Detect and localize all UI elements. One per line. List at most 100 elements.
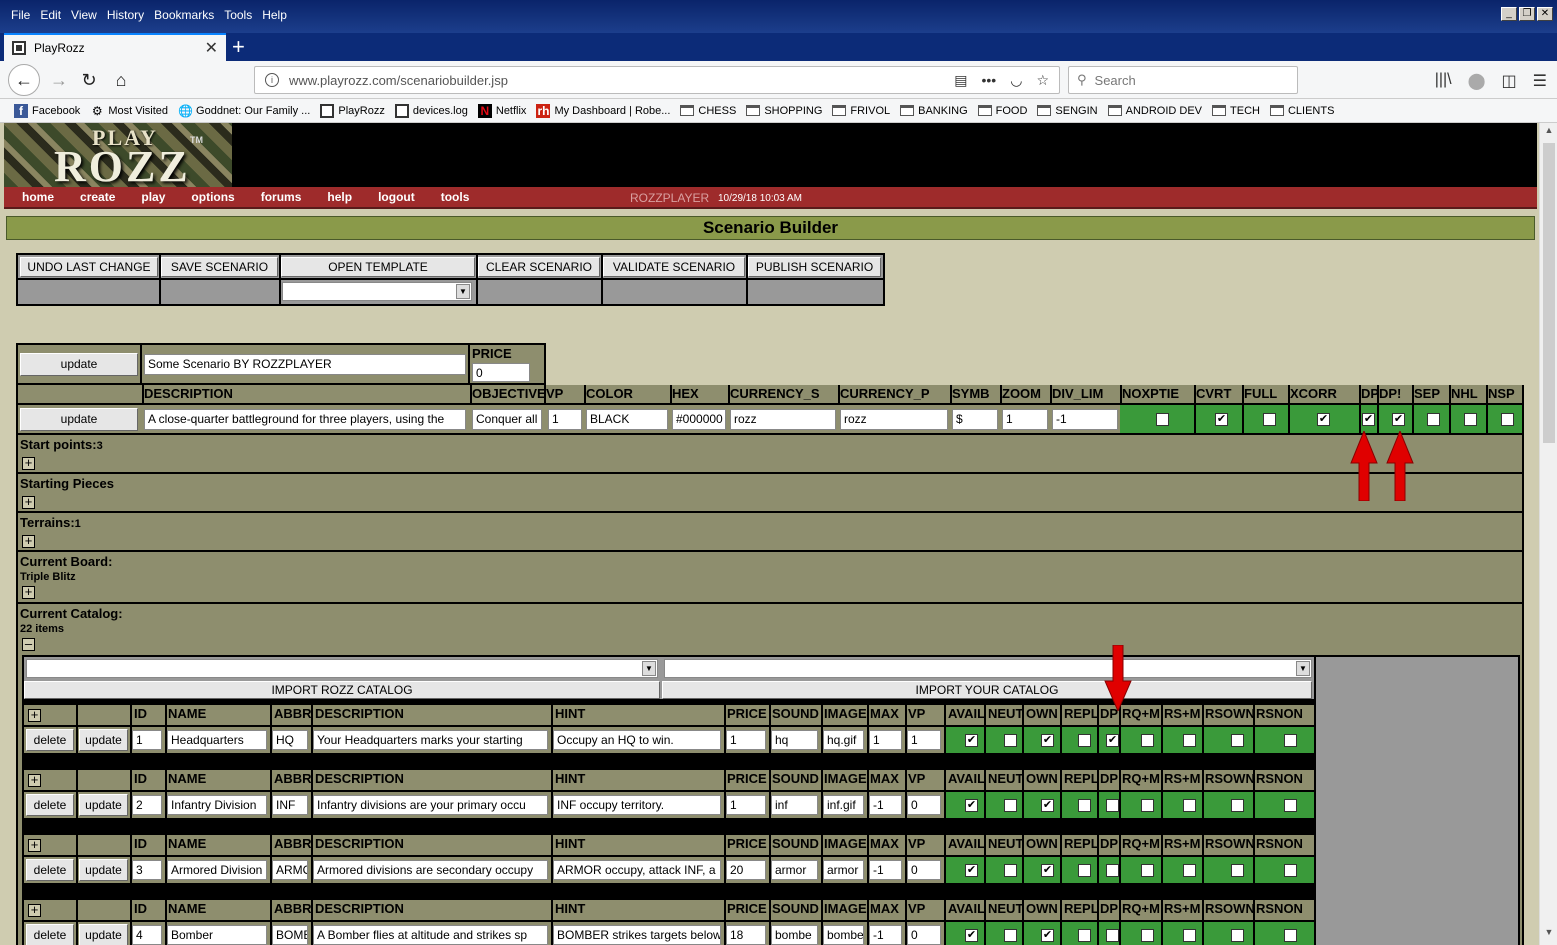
update-button[interactable]: update (79, 729, 128, 751)
delete-button[interactable]: delete (26, 794, 74, 816)
catalog-flag-checkbox[interactable]: ✔ (965, 864, 978, 877)
catalog-flag-checkbox[interactable] (1231, 929, 1244, 942)
clear-scenario-button[interactable]: CLEAR SCENARIO (478, 257, 600, 277)
zoom-input[interactable]: 1 (1002, 409, 1048, 430)
catalog-max-input[interactable]: -1 (869, 795, 902, 815)
scroll-up-icon[interactable]: ▲ (1540, 125, 1557, 141)
bookmark-item[interactable]: PlayRozz (320, 103, 385, 118)
catalog-abbr-input[interactable]: ARMO (272, 860, 308, 880)
scenario-name-input[interactable]: Some Scenario BY ROZZPLAYER (144, 354, 466, 375)
delete-button[interactable]: delete (26, 859, 74, 881)
color-input[interactable]: BLACK (586, 409, 668, 430)
catalog-flag-checkbox[interactable] (1078, 734, 1091, 747)
expand-start-points-icon[interactable]: + (22, 456, 35, 470)
catalog-flag-checkbox[interactable] (1183, 864, 1196, 877)
home-icon[interactable]: ⌂ (106, 65, 136, 95)
catalog-flag-checkbox[interactable] (1284, 734, 1297, 747)
catalog-flag-checkbox[interactable]: ✔ (965, 799, 978, 812)
catalog-description-input[interactable]: Infantry divisions are your primary occu (313, 795, 548, 815)
catalog-flag-checkbox[interactable] (1284, 929, 1297, 942)
catalog-flag-checkbox[interactable] (1078, 929, 1091, 942)
bookmark-item[interactable]: ⚙ Most Visited (90, 104, 168, 118)
catalog-flag-checkbox[interactable]: ✔ (1041, 734, 1054, 747)
catalog-hint-input[interactable]: ARMOR occupy, attack INF, a (553, 860, 721, 880)
flag-checkbox-noxptie[interactable] (1156, 413, 1169, 426)
bookmark-item[interactable]: SENGIN (1037, 105, 1098, 117)
delete-button[interactable]: delete (26, 729, 74, 751)
catalog-hint-input[interactable]: Occupy an HQ to win. (553, 730, 721, 750)
page-actions-icon[interactable]: ••• (982, 72, 997, 89)
flag-checkbox-cvrt[interactable]: ✔ (1215, 413, 1228, 426)
symb-input[interactable]: $ (952, 409, 998, 430)
catalog-flag-checkbox[interactable] (1231, 864, 1244, 877)
catalog-description-input[interactable]: Your Headquarters marks your starting (313, 730, 548, 750)
save-scenario-button[interactable]: SAVE SCENARIO (161, 257, 278, 277)
scenario-price-input[interactable]: 0 (472, 363, 530, 382)
currency-s-input[interactable]: rozz (730, 409, 836, 430)
catalog-id-input[interactable]: 3 (132, 860, 162, 880)
bookmark-item[interactable]: rh My Dashboard | Robe... (536, 103, 670, 118)
forward-icon[interactable]: → (44, 65, 74, 95)
catalog-hint-input[interactable]: BOMBER strikes targets below (553, 925, 721, 945)
open-template-button[interactable]: OPEN TEMPLATE (281, 257, 475, 277)
site-info-icon[interactable]: i (265, 73, 279, 87)
catalog-flag-checkbox[interactable]: ✔ (965, 929, 978, 942)
catalog-abbr-input[interactable]: HQ (272, 730, 308, 750)
minimize-icon[interactable]: _ (1501, 7, 1517, 21)
description-input[interactable]: A close-quarter battleground for three p… (144, 409, 466, 430)
catalog-flag-checkbox[interactable] (1004, 929, 1017, 942)
bookmark-item[interactable]: ANDROID DEV (1107, 105, 1202, 117)
adblock-icon[interactable]: ⬤ (1468, 71, 1486, 91)
pocket-icon[interactable]: ◡ (1010, 72, 1022, 89)
catalog-abbr-input[interactable]: BOMB (272, 925, 308, 945)
import-your-catalog-button[interactable]: IMPORT YOUR CATALOG (662, 681, 1312, 699)
catalog-flag-checkbox[interactable] (1231, 799, 1244, 812)
bookmark-item[interactable]: N Netflix (477, 103, 526, 118)
catalog-hint-input[interactable]: INF occupy territory. (553, 795, 721, 815)
catalog-sound-input[interactable]: inf (771, 795, 818, 815)
catalog-id-input[interactable]: 4 (132, 925, 162, 945)
library-icon[interactable]: |||\ (1435, 71, 1452, 91)
catalog-vp-input[interactable]: 1 (907, 730, 941, 750)
sidebar-icon[interactable]: ◫ (1502, 71, 1517, 91)
catalog-flag-checkbox[interactable]: ✔ (1041, 864, 1054, 877)
bookmark-item[interactable]: SHOPPING (746, 105, 822, 117)
expand-row-icon[interactable]: + (28, 903, 41, 917)
catalog-name-input[interactable]: Headquarters (167, 730, 267, 750)
catalog-flag-checkbox[interactable]: ✔ (1106, 734, 1119, 747)
flag-checkbox-xcorr[interactable]: ✔ (1317, 413, 1330, 426)
nav-create[interactable]: create (80, 190, 115, 204)
nav-play[interactable]: play (141, 190, 165, 204)
catalog-sound-input[interactable]: armor (771, 860, 818, 880)
update-name-button[interactable]: update (20, 353, 138, 376)
reload-icon[interactable]: ↻ (74, 65, 104, 95)
scrollbar-thumb[interactable] (1543, 143, 1555, 443)
hex-input[interactable]: #000000 (672, 409, 726, 430)
catalog-abbr-input[interactable]: INF (272, 795, 308, 815)
update-properties-button[interactable]: update (20, 408, 138, 431)
catalog-flag-checkbox[interactable] (1183, 799, 1196, 812)
bookmark-item[interactable]: FOOD (977, 105, 1027, 117)
expand-terrains-icon[interactable]: + (22, 534, 35, 548)
page-scrollbar[interactable]: ▲ ▼ (1539, 123, 1557, 945)
catalog-flag-checkbox[interactable] (1284, 799, 1297, 812)
objective-input[interactable]: Conquer all (472, 409, 542, 430)
new-tab-icon[interactable]: + (232, 36, 245, 58)
bookmark-item[interactable]: devices.log (394, 103, 468, 118)
catalog-flag-checkbox[interactable] (1141, 734, 1154, 747)
close-window-icon[interactable]: ✕ (1537, 7, 1553, 21)
catalog-flag-checkbox[interactable] (1106, 929, 1119, 942)
catalog-flag-checkbox[interactable] (1078, 864, 1091, 877)
catalog-flag-checkbox[interactable] (1231, 734, 1244, 747)
close-tab-icon[interactable]: ✕ (205, 38, 218, 58)
catalog-name-input[interactable]: Infantry Division (167, 795, 267, 815)
bookmark-item[interactable]: BANKING (900, 105, 968, 117)
catalog-name-input[interactable]: Bomber (167, 925, 267, 945)
validate-scenario-button[interactable]: VALIDATE SCENARIO (603, 257, 745, 277)
expand-starting-pieces-icon[interactable]: + (22, 495, 35, 509)
flag-checkbox-sep[interactable] (1427, 413, 1440, 426)
catalog-price-input[interactable]: 18 (726, 925, 766, 945)
catalog-flag-checkbox[interactable] (1284, 864, 1297, 877)
nav-logout[interactable]: logout (378, 190, 415, 204)
bookmark-item[interactable]: 🌐 Goddnet: Our Family ... (178, 104, 310, 118)
